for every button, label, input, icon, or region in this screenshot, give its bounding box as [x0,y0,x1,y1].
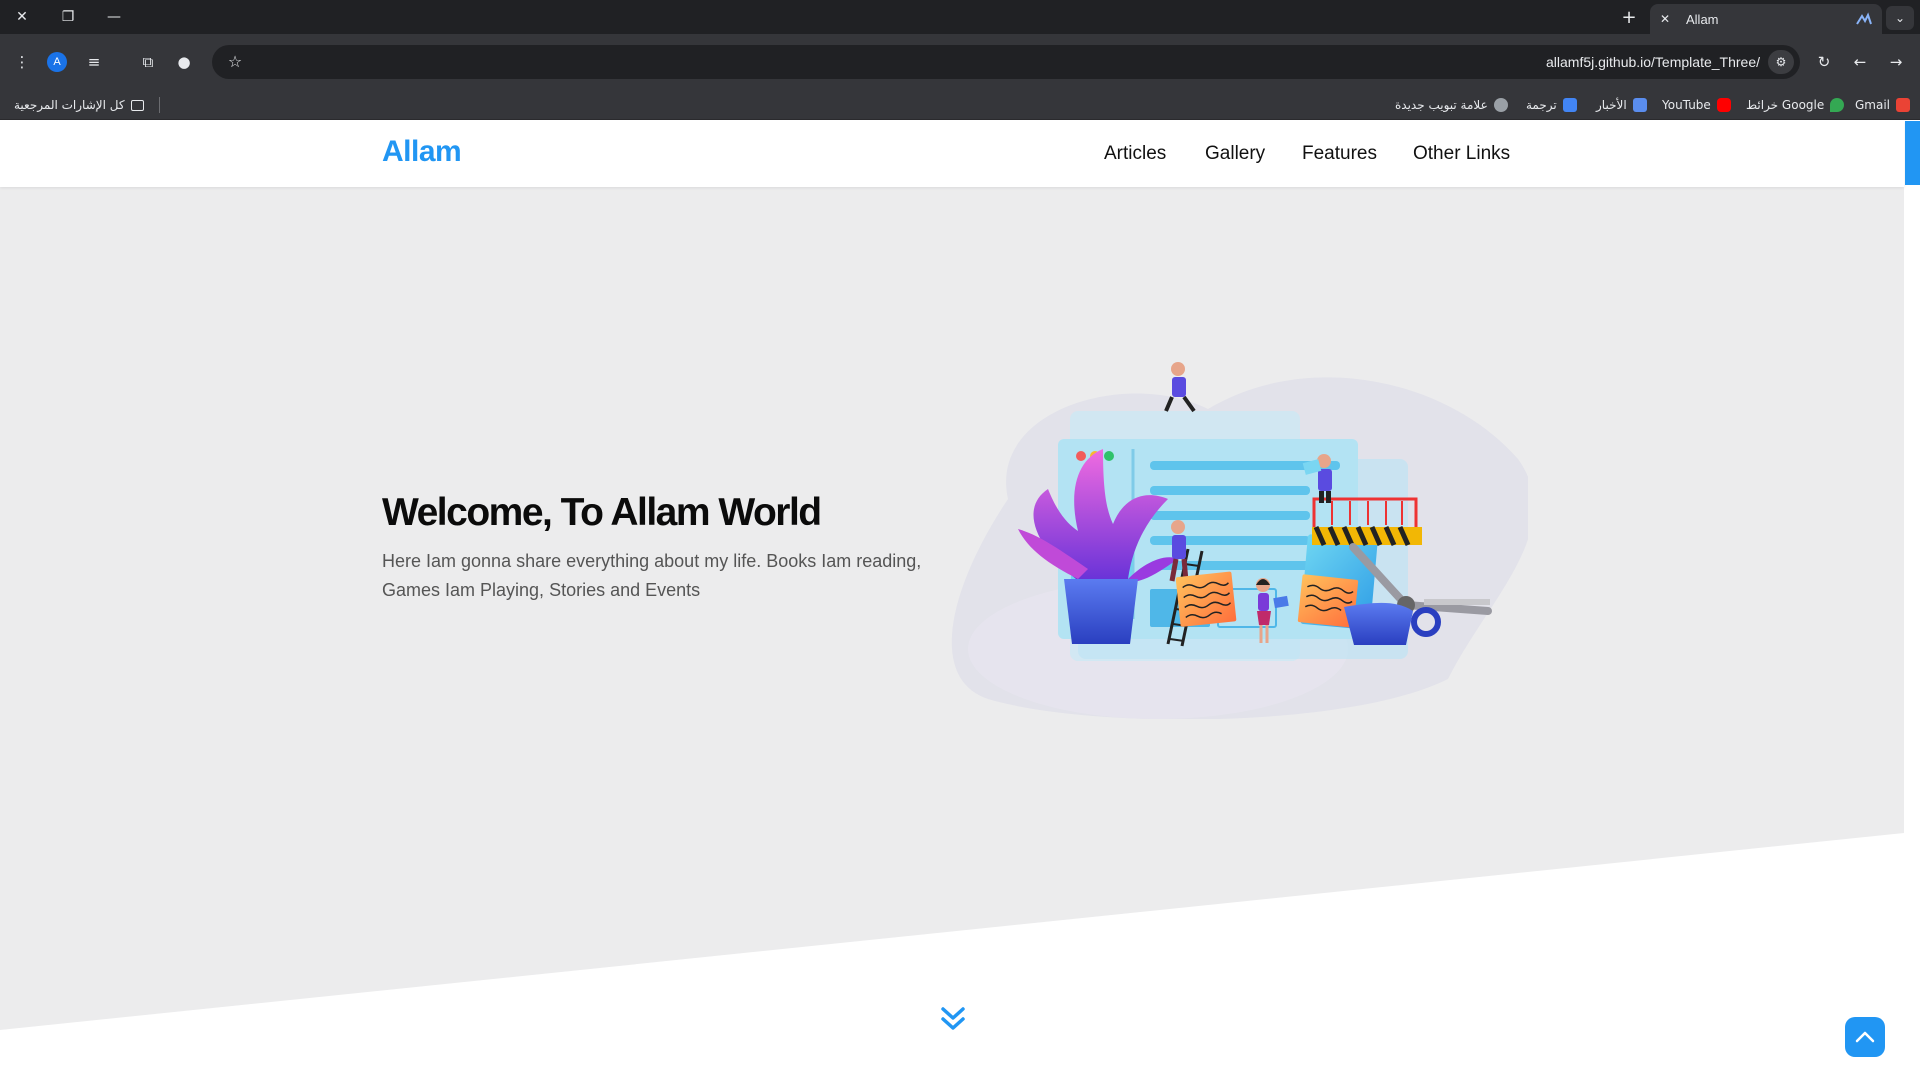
bookmark-news[interactable]: الأخبار [1596,90,1647,120]
site-header: Allam Articles Gallery Features Other Li… [0,121,1904,187]
nav-features[interactable]: Features [1302,143,1377,165]
translate-icon [1562,98,1577,112]
bookmarks-divider [159,97,160,113]
all-bookmarks-label: كل الإشارات المرجعية [14,98,125,112]
nav-other-links[interactable]: Other Links [1413,143,1510,165]
site-favicon-icon [1856,12,1872,25]
browser-tab-bar: ✕ ❐ — + ✕ Allam ⌄ [0,0,1920,34]
nav-articles[interactable]: Articles [1104,143,1166,165]
incognito-icon[interactable]: ● [170,48,198,76]
extensions-icon[interactable]: ⧉ [134,48,162,76]
window-restore-button[interactable]: ❐ [46,0,90,34]
globe-icon [1493,98,1508,112]
bookmark-news-label: الأخبار [1596,98,1627,112]
page-scrollbar-thumb[interactable] [1905,121,1920,185]
browser-menu-icon[interactable]: ⋮ [8,48,36,76]
address-bar[interactable]: ☆ allamf5j.github.io/Template_Three/ ⚙ [212,45,1800,79]
hero-title: Welcome, To Allam World [382,491,822,534]
bookmark-star-icon[interactable]: ☆ [222,45,248,79]
scroll-to-top-button[interactable] [1845,1017,1885,1057]
bookmark-new-tab[interactable]: علامة تبويب جديدة [1395,90,1508,120]
youtube-icon [1716,98,1731,112]
site-logo[interactable]: Allam [382,135,462,169]
hero-description: Here Iam gonna share everything about my… [382,551,922,600]
all-bookmarks-item[interactable]: كل الإشارات المرجعية [14,90,144,120]
tab-close-icon[interactable]: ✕ [1660,12,1678,26]
bookmark-translate[interactable]: ترجمة [1526,90,1577,120]
tab-search-button[interactable]: ⌄ [1886,6,1914,30]
bookmark-maps[interactable]: خرائط Google [1746,90,1845,120]
new-tab-button[interactable]: + [1614,0,1644,34]
tab-title: Allam [1686,11,1719,27]
browser-tab[interactable]: ✕ Allam [1650,4,1882,34]
web-page: Allam Articles Gallery Features Other Li… [0,121,1920,1078]
folder-icon [130,99,144,111]
address-url[interactable]: allamf5j.github.io/Template_Three/ [1546,45,1760,79]
reload-icon[interactable]: ↻ [1810,48,1838,76]
bookmark-youtube[interactable]: YouTube [1662,90,1731,120]
scroll-down-chevron-icon[interactable] [938,1003,968,1037]
window-close-button[interactable]: ✕ [0,0,44,34]
bookmark-maps-label: خرائط Google [1746,98,1825,112]
bookmark-translate-label: ترجمة [1526,98,1557,112]
back-icon[interactable]: ← [1846,48,1874,76]
hero-illustration [951,362,1528,719]
profile-avatar[interactable]: A [47,52,67,72]
gmail-icon [1896,98,1911,112]
chevron-up-icon [1855,1031,1875,1043]
bookmarks-bar: كل الإشارات المرجعية علامة تبويب جديدة ت… [0,90,1920,120]
bookmark-gmail-label: Gmail [1855,98,1891,112]
site-settings-icon[interactable]: ⚙ [1768,50,1794,74]
bookmark-gmail[interactable]: Gmail [1855,90,1911,120]
nav-gallery[interactable]: Gallery [1205,143,1265,165]
reading-list-icon[interactable]: ≡ [80,48,108,76]
news-icon [1632,98,1647,112]
bookmark-new-tab-label: علامة تبويب جديدة [1395,98,1488,112]
window-minimize-button[interactable]: — [92,0,136,34]
forward-icon[interactable]: → [1882,48,1910,76]
bookmark-youtube-label: YouTube [1662,98,1711,112]
maps-pin-icon [1830,98,1845,112]
